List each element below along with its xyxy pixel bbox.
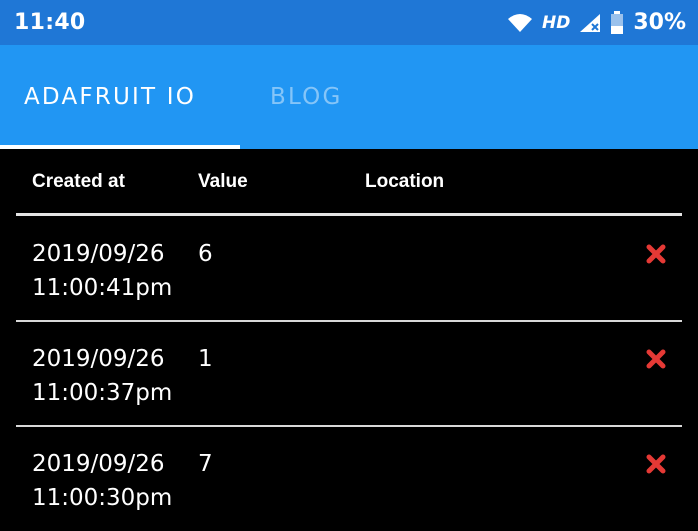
value-cell: 7 [198, 451, 213, 477]
created-time: 11:00:41pm [32, 275, 173, 301]
status-bar: 11:40 HD 30% [0, 0, 698, 45]
delete-icon[interactable] [646, 244, 666, 264]
value-cell: 6 [198, 241, 213, 267]
value-cell: 1 [198, 346, 213, 372]
created-time: 11:00:30pm [32, 485, 173, 511]
column-header-created-at: Created at [32, 171, 125, 192]
delete-icon[interactable] [646, 454, 666, 474]
created-at-cell: 2019/09/26 11:00:37pm [32, 342, 172, 410]
created-date: 2019/09/26 [32, 241, 165, 267]
battery-icon [610, 10, 624, 35]
table-row: 2019/09/26 11:00:30pm 7 [0, 427, 698, 531]
tab-blog[interactable]: BLOG [270, 45, 343, 149]
battery-percent: 30% [633, 10, 686, 35]
column-header-value: Value [198, 171, 248, 192]
created-date: 2019/09/26 [32, 346, 165, 372]
signal-icon [579, 13, 601, 33]
created-at-cell: 2019/09/26 11:00:30pm [32, 447, 172, 515]
network-type: HD [541, 12, 571, 33]
tab-bar: ADAFRUIT IO BLOG [0, 45, 698, 149]
column-header-location: Location [365, 171, 445, 192]
status-icons: HD 30% [507, 10, 686, 35]
created-at-cell: 2019/09/26 11:00:41pm [32, 237, 172, 305]
delete-icon[interactable] [646, 349, 666, 369]
tab-adafruit-io[interactable]: ADAFRUIT IO [24, 45, 196, 149]
created-time: 11:00:37pm [32, 380, 173, 406]
table-row: 2019/09/26 11:00:37pm 1 [0, 322, 698, 426]
table-row: 2019/09/26 11:00:41pm 6 [0, 217, 698, 321]
created-date: 2019/09/26 [32, 451, 165, 477]
status-time: 11:40 [14, 10, 86, 35]
wifi-icon [507, 13, 533, 33]
header-divider [16, 213, 682, 216]
table-header: Created at Value Location [0, 149, 698, 215]
